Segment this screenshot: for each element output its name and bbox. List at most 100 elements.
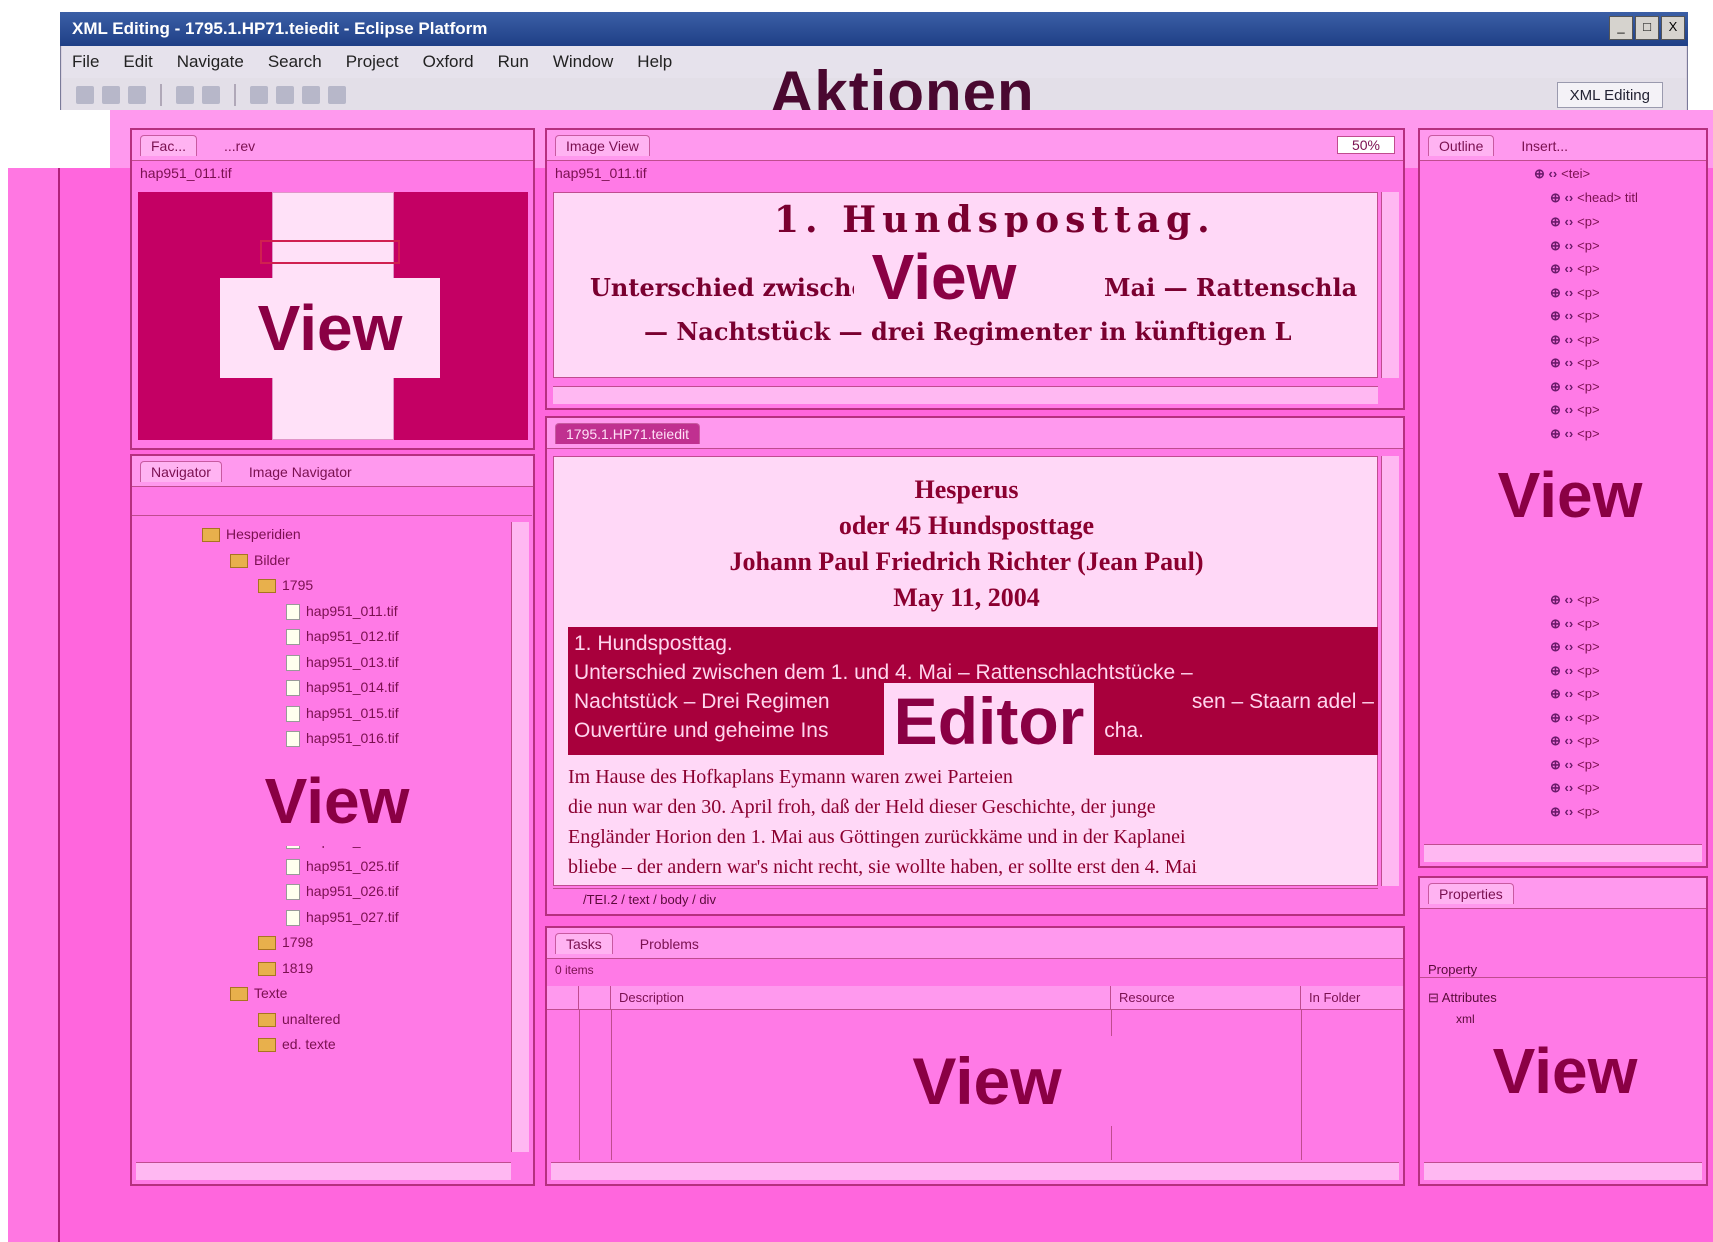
menu-window[interactable]: Window [553, 52, 613, 72]
tree-folder[interactable]: 1798 [258, 930, 313, 954]
tree-file[interactable]: hap951_012.tif [286, 624, 399, 648]
tree-file[interactable]: hap951_015.tif [286, 701, 399, 725]
close-button[interactable]: X [1661, 16, 1685, 40]
outline-p[interactable]: ⊕ ‹›<p> [1546, 804, 1600, 820]
debug-icon[interactable] [202, 85, 220, 104]
view-label-box: View [854, 237, 1034, 317]
save-icon[interactable] [102, 85, 120, 104]
col-done[interactable] [547, 985, 579, 1010]
properties-attributes-group[interactable]: ⊟ Attributes [1428, 990, 1497, 1006]
menu-project[interactable]: Project [346, 52, 399, 72]
body-line-3: Engländer Horion den 1. Mai aus Göttinge… [568, 826, 1186, 848]
tree-file[interactable]: hap951_016.tif [286, 726, 399, 750]
outline-p[interactable]: ⊕ ‹›<p> [1546, 663, 1600, 679]
menu-search[interactable]: Search [268, 52, 322, 72]
tab-facsimile[interactable]: Fac... [140, 134, 198, 156]
outline-head[interactable]: ⊕ ‹› <head> titl [1546, 190, 1638, 206]
outline-p[interactable]: ⊕ ‹›<p> [1546, 308, 1600, 324]
new-icon[interactable] [76, 85, 94, 104]
tab-image-navigator[interactable]: Image Navigator [238, 461, 363, 482]
open-type-icon[interactable] [276, 85, 294, 104]
editor-content[interactable]: Hesperus oder 45 Hundsposttage Johann Pa… [553, 456, 1378, 886]
element-icon: ⊕ ‹› [1534, 166, 1558, 181]
vertical-scrollbar[interactable] [511, 522, 529, 1152]
perspective-switcher[interactable]: XML Editing [1556, 82, 1663, 108]
outline-p[interactable]: ⊕ ‹›<p> [1546, 639, 1600, 655]
selected-line-2a: Nachtstück – Drei Regimen [574, 690, 830, 713]
menu-edit[interactable]: Edit [123, 52, 152, 72]
outline-p[interactable]: ⊕ ‹›<p> [1546, 426, 1600, 442]
tree-folder[interactable]: 1819 [258, 956, 313, 980]
tree-folder[interactable]: Texte [230, 981, 287, 1005]
menu-navigate[interactable]: Navigate [177, 52, 244, 72]
outline-p[interactable]: ⊕ ‹›<p> [1546, 780, 1600, 796]
italic-icon[interactable] [328, 85, 346, 104]
col-priority[interactable] [579, 985, 611, 1010]
horizontal-scrollbar[interactable] [1424, 1162, 1702, 1180]
tab-navigator[interactable]: Navigator [140, 460, 222, 482]
tab-preview[interactable]: ...rev [213, 135, 266, 156]
outline-p[interactable]: ⊕ ‹›<p> [1546, 379, 1600, 395]
folder-icon [258, 1012, 276, 1027]
horizontal-scrollbar[interactable] [136, 1162, 511, 1180]
col-in-folder[interactable]: In Folder [1301, 986, 1401, 1010]
bold-icon[interactable] [302, 85, 320, 104]
outline-p[interactable]: ⊕ ‹›<p> [1546, 355, 1600, 371]
outline-p[interactable]: ⊕ ‹›<p> [1546, 214, 1600, 230]
tab-properties[interactable]: Properties [1428, 882, 1514, 904]
maximize-button[interactable]: □ [1635, 16, 1659, 40]
view-label: View [264, 765, 410, 837]
tree-file[interactable]: hap951_027.tif [286, 905, 399, 929]
search-icon[interactable] [250, 85, 268, 104]
tree-file[interactable]: hap951_014.tif [286, 675, 399, 699]
thumbnail-selection[interactable] [260, 240, 400, 264]
tree-folder[interactable]: ed. texte [258, 1032, 336, 1056]
tab-image-view[interactable]: Image View [555, 134, 650, 156]
print-icon[interactable] [128, 85, 146, 104]
menu-oxford[interactable]: Oxford [423, 52, 474, 72]
outline-p[interactable]: ⊕ ‹›<p> [1546, 238, 1600, 254]
tree-file[interactable]: hap951_011.tif [286, 599, 398, 623]
tree-folder[interactable]: Bilder [230, 548, 290, 572]
menu-run[interactable]: Run [498, 52, 529, 72]
minimize-button[interactable]: _ [1609, 16, 1633, 40]
tab-editor-file[interactable]: 1795.1.HP71.teiedit [555, 422, 700, 444]
zoom-select[interactable]: 50% [1336, 136, 1395, 154]
tree-file[interactable]: hap951_026.tif [286, 879, 399, 903]
horizontal-scrollbar[interactable] [553, 386, 1378, 404]
expand-icon[interactable]: ⊟ [1428, 990, 1442, 1005]
outline-p[interactable]: ⊕ ‹›<p> [1546, 332, 1600, 348]
outline-p[interactable]: ⊕ ‹›<p> [1546, 757, 1600, 773]
tab-insert[interactable]: Insert... [1510, 135, 1579, 156]
file-icon [286, 858, 300, 875]
tree-file[interactable]: hap951_013.tif [286, 650, 399, 674]
col-description[interactable]: Description [611, 985, 1111, 1010]
outline-p[interactable]: ⊕ ‹›<p> [1546, 285, 1600, 301]
tree-folder[interactable]: Hesperidien [202, 522, 301, 546]
vertical-scrollbar[interactable] [1381, 456, 1399, 886]
outline-p[interactable]: ⊕ ‹›<p> [1546, 402, 1600, 418]
facsimile-image[interactable]: 1. Hundsposttag. Unterschied zwischen Ma… [553, 192, 1378, 378]
outline-p[interactable]: ⊕ ‹›<p> [1546, 710, 1600, 726]
horizontal-scrollbar[interactable] [551, 1162, 1399, 1180]
horizontal-scrollbar[interactable] [1424, 844, 1702, 862]
outline-p[interactable]: ⊕ ‹›<p> [1546, 261, 1600, 277]
outline-label: <p> [1577, 378, 1600, 394]
col-resource[interactable]: Resource [1111, 985, 1301, 1010]
menu-help[interactable]: Help [637, 52, 672, 72]
outline-label: <p> [1577, 592, 1600, 607]
tab-tasks[interactable]: Tasks [555, 932, 613, 954]
outline-root[interactable]: ⊕ ‹› <tei> [1530, 166, 1590, 182]
menu-file[interactable]: File [72, 52, 99, 72]
vertical-scrollbar[interactable] [1381, 192, 1399, 378]
tree-folder[interactable]: unaltered [258, 1007, 340, 1031]
outline-p[interactable]: ⊕ ‹›<p> [1546, 616, 1600, 632]
run-icon[interactable] [176, 85, 194, 104]
tab-outline[interactable]: Outline [1428, 134, 1495, 156]
tab-problems[interactable]: Problems [629, 933, 710, 954]
outline-p[interactable]: ⊕ ‹›<p> [1546, 592, 1600, 608]
outline-p[interactable]: ⊕ ‹›<p> [1546, 733, 1600, 749]
tree-file[interactable]: hap951_025.tif [286, 854, 399, 878]
outline-p[interactable]: ⊕ ‹›<p> [1546, 686, 1600, 702]
tree-folder[interactable]: 1795 [258, 573, 313, 597]
